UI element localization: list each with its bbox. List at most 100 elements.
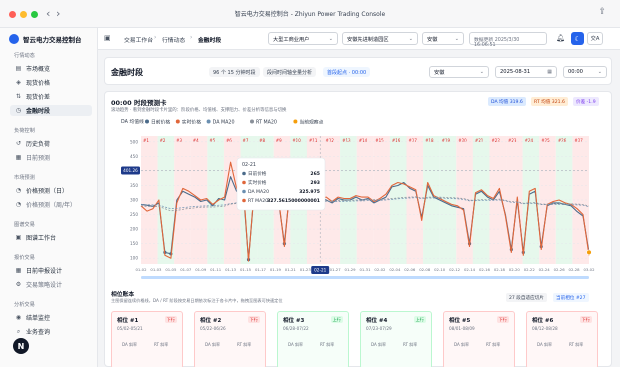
legend-marker [145, 119, 149, 124]
x-tick-label: 02-04 [389, 267, 401, 272]
sidebar: 智云电力交易控制台 N 行情动态 ▤ 市场概览 ◈ 现货价格 ⇅ 现货价差 ◷ 金融时段 负荷控制… [0, 28, 98, 367]
y-tick-label: 150 [130, 241, 138, 246]
x-tick-label: 01-02 [135, 267, 147, 272]
phase-card-da-slope: DA 斜率 [371, 342, 387, 347]
region-select[interactable]: 安徽先进制造园区 ⌄ [342, 32, 418, 45]
sidebar-item[interactable]: ▤ 市场概览 [10, 63, 92, 74]
x-tick-label: 02-06 [404, 267, 416, 272]
phase-marker-label: #18 [425, 138, 434, 143]
y-current-tag: 401.26 [123, 168, 138, 173]
sidebar-item[interactable]: ⚙ 交易策略设计 [10, 279, 92, 290]
customer-select-value: 大型工商业用户 [273, 37, 310, 43]
brand: 智云电力交易控制台 [9, 34, 82, 44]
phase-card-rt-slope: RT 斜率 [237, 342, 252, 347]
phase-ledger-title: 相位账本 [111, 292, 135, 298]
sidebar-item[interactable]: ↺ 历史负荷 [10, 138, 92, 149]
analysis-card: 00:00 时段预测卡 滚动趋势 · 看到金融时段卡片里的：阶段价格、均值线、支… [104, 91, 612, 367]
calendar-icon: ▦ [547, 69, 552, 75]
phase-card[interactable]: 相位 #1 下行 05/02-05/21 DA 斜率 RT 斜率 [111, 311, 183, 367]
phase-card[interactable]: 相位 #4 上行 07/23-07/29 DA 斜率 RT 斜率 [360, 311, 432, 367]
customer-select[interactable]: 大型工商业用户 ⌄ [268, 32, 338, 45]
x-tick-label: 02-10 [434, 267, 446, 272]
phase-card-trend-tag: 上行 [413, 316, 426, 323]
x-tick-label: 02-26 [554, 267, 566, 272]
sidebar-item[interactable]: ⌕ 业务查询 [10, 326, 92, 337]
sidebar-item-label: 图谱工作台 [26, 235, 57, 242]
x-tick-label: 01-23 [300, 267, 312, 272]
phase-card-rt-slope: RT 斜率 [403, 342, 418, 347]
sidebar-toggle-icon[interactable]: ▣ [104, 34, 111, 42]
x-tick-label: 03-02 [583, 267, 595, 272]
sidebar-item-label: 结单监控 [26, 315, 51, 322]
user-avatar[interactable]: N [13, 338, 29, 354]
phase-card-name: 相位 #3 [283, 318, 305, 324]
legend-label: DA MA20 [213, 120, 235, 126]
sidebar-item[interactable]: ▦ 日前申报设计 [10, 265, 92, 276]
sidebar-item-label: 业务查询 [26, 329, 51, 336]
start-time-chip[interactable]: 首段起点 · 00:00 [323, 67, 371, 77]
x-tick-label: 01-15 [240, 267, 252, 272]
breadcrumb-market[interactable]: 行情动态 [162, 35, 185, 44]
time-select[interactable]: 00:00 ⌄ [563, 66, 607, 78]
phase-marker-label: #23 [508, 138, 517, 143]
sidebar-item-label: 现货价差 [26, 94, 51, 101]
province-select[interactable]: 安徽 ⌄ [422, 32, 464, 45]
strategy-icon: ⚙ [15, 281, 22, 288]
x-tick-label: 02-14 [464, 267, 476, 272]
sidebar-item[interactable]: ◔ 价格预测（周/年） [10, 199, 92, 210]
phase-marker-label: #26 [558, 138, 567, 143]
y-tick-label: 200 [130, 227, 138, 232]
rt-average-badge: RT 均值 321.6 [531, 97, 568, 106]
share-icon[interactable]: ⇪ [598, 7, 606, 17]
chevron-down-icon: ⌄ [408, 36, 413, 42]
tooltip-value: 327.5615000000001 [267, 198, 320, 204]
clock-icon: ◷ [15, 107, 22, 114]
y-tick-label: 100 [130, 256, 138, 261]
phase-card[interactable]: 相位 #6 下行 08/12-08/28 DA 斜率 RT 斜率 [526, 311, 598, 367]
price-icon: ◈ [16, 79, 21, 86]
sidebar-section-label: 分析交易 [14, 302, 35, 308]
chevron-down-icon: ⌄ [597, 69, 602, 75]
sidebar-item[interactable]: ⇅ 现货价差 [10, 91, 92, 102]
brand-name: 智云电力交易控制台 [23, 36, 82, 44]
bell-icon[interactable]: 🔔︎ [556, 34, 565, 42]
phase-marker-label: #8 [259, 138, 265, 143]
phase-card[interactable]: 相位 #5 下行 08/01-08/09 DA 斜率 RT 斜率 [443, 311, 515, 367]
sidebar-item[interactable]: ▣ 图谱工作台 [10, 232, 92, 243]
phase-card-dates: 05/22-06/26 [200, 326, 226, 331]
sidebar-item-label: 价格预测（日） [26, 188, 69, 195]
theme-toggle-button[interactable]: ☾ [571, 32, 584, 45]
x-tick-label: 02-22 [524, 267, 536, 272]
x-tick-label: 02-16 [479, 267, 491, 272]
sidebar-item-label: 金融时段 [26, 108, 51, 115]
phase-ledger-subtitle: 主图保留连续价格线，DA / RT 阶段按交易日期依次标注于各卡片中，拖拽至图表… [111, 298, 283, 303]
main-content: 金融时段 96 个 15 分钟时段 段间时间轴全量分析 首段起点 · 00:00… [98, 50, 620, 367]
phase-card[interactable]: 相位 #3 上行 06/28-07/22 DA 斜率 RT 斜率 [277, 311, 349, 367]
page-header: 金融时段 96 个 15 分钟时段 段间时间轴全量分析 首段起点 · 00:00… [104, 57, 612, 85]
header-province-select[interactable]: 安徽 ⌄ [429, 66, 489, 78]
phase-marker-label: #13 [342, 138, 351, 143]
history-icon: ↺ [15, 140, 22, 147]
phase-card-name: 相位 #4 [366, 318, 388, 324]
phase-card-trend-tag: 上行 [330, 316, 343, 323]
user-menu-button[interactable]: 交A [587, 32, 603, 45]
sidebar-item[interactable]: ◈ 现货价格 [10, 77, 92, 88]
timeline-chip: 段间时间轴全量分析 [263, 67, 317, 77]
phase-card-da-slope: DA 斜率 [454, 342, 470, 347]
sidebar-item[interactable]: ◉ 结单监控 [10, 312, 92, 323]
sidebar-item-label: 日前申报设计 [26, 268, 63, 275]
phase-marker-label: #24 [525, 138, 534, 143]
date-select[interactable]: 2025-08-31 ▦ [495, 66, 557, 78]
header-province-value: 安徽 [434, 70, 445, 76]
sidebar-item[interactable]: ◷ 金融时段 [10, 105, 92, 116]
sidebar-item[interactable]: ▦ 日前预测 [10, 152, 92, 163]
breadcrumb-workbench[interactable]: 交易工作台 [124, 35, 153, 44]
phase-marker-label: #2 [160, 138, 166, 143]
phase-card[interactable]: 相位 #2 下行 05/22-06/26 DA 斜率 RT 斜率 [194, 311, 266, 367]
sidebar-item[interactable]: ◔ 价格预测（日） [10, 185, 92, 196]
price-chart[interactable]: DA 均值线 日前价格 实时价格 DA MA20 RT MA20 当前观察点#1 #2 #3 #… [105, 114, 613, 286]
current-phase-badge[interactable]: 当前相位 #27 [553, 293, 589, 302]
phase-marker-label: #10 [292, 138, 301, 143]
province-select-value: 安徽 [427, 37, 438, 43]
sidebar-section-label: 负荷控制 [14, 128, 35, 134]
